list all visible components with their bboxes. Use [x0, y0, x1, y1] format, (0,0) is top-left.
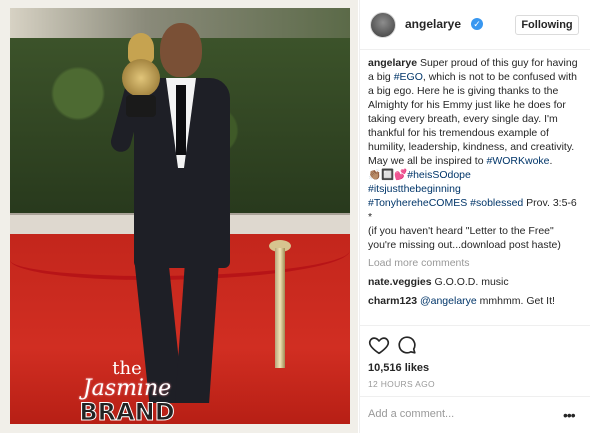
photo-tie	[176, 85, 186, 155]
hashtag-soblessed[interactable]: #soblessed	[470, 197, 523, 209]
following-button[interactable]: Following	[515, 15, 579, 35]
caption-text-4: (if you haven't heard "Letter to the Fre…	[368, 225, 561, 251]
caption-text-3: .	[549, 155, 553, 167]
photo-panel: the Jasmine BRAND	[0, 0, 358, 433]
post-photo[interactable]: the Jasmine BRAND	[10, 8, 350, 424]
likes-count[interactable]: 10,516 likes	[368, 362, 429, 374]
comment-input[interactable]	[368, 403, 553, 425]
avatar[interactable]	[370, 12, 396, 38]
hashtag-ego[interactable]: #EGO	[394, 71, 423, 83]
watermark-line-3: BRAND	[79, 398, 175, 425]
comment-item: nate.veggies G.O.O.D. music	[368, 275, 579, 289]
caption-username[interactable]: angelarye	[368, 57, 417, 69]
comment-mention[interactable]: @angelarye	[420, 295, 477, 307]
more-options-icon[interactable]: •••	[563, 407, 576, 423]
load-more-comments-link[interactable]: Load more comments	[368, 256, 579, 270]
watermark: the Jasmine BRAND	[72, 360, 182, 425]
hashtag-workwoke[interactable]: #WORKwoke	[486, 155, 549, 167]
caption-text-2: , which is not to be confused with a big…	[368, 71, 577, 167]
photo-stanchion	[275, 248, 285, 368]
heart-icon[interactable]	[368, 334, 390, 356]
comment-text: G.O.O.D. music	[434, 276, 509, 288]
emmy-trophy	[120, 33, 162, 117]
comments-area[interactable]: angelarye Super proud of this guy for ha…	[360, 50, 590, 325]
comment-item: charm123 @angelarye mmhmm. Get It!	[368, 294, 579, 308]
comment-icon[interactable]	[396, 334, 418, 356]
comment-text: mmhmm. Get It!	[476, 295, 555, 307]
caption: angelarye Super proud of this guy for ha…	[368, 56, 579, 252]
hashtag-itsjustthebeginning[interactable]: #itsjustthebeginning	[368, 183, 461, 195]
post-side-panel: angelarye ✓ Following angelarye Super pr…	[359, 0, 590, 433]
photo-head	[160, 23, 202, 77]
post-header: angelarye ✓ Following	[360, 0, 590, 50]
comment-username[interactable]: nate.veggies	[368, 276, 432, 288]
emoji-row: 👏🏽🔲💕	[368, 169, 408, 181]
add-comment-bar: •••	[360, 396, 590, 433]
trophy-globe	[122, 59, 160, 97]
hashtag-heissodope[interactable]: #heisSOdope	[407, 169, 471, 181]
post-timestamp: 12 HOURS AGO	[368, 379, 435, 389]
post-actions: 10,516 likes 12 HOURS AGO •••	[360, 325, 590, 433]
verified-badge-icon: ✓	[471, 18, 483, 30]
watermark-line-2: Jasmine	[82, 376, 172, 401]
header-username[interactable]: angelarye	[405, 17, 461, 31]
comment-username[interactable]: charm123	[368, 295, 417, 307]
trophy-base	[126, 95, 156, 117]
hashtag-tonyherehecomes[interactable]: #TonyhereheCOMES	[368, 197, 467, 209]
